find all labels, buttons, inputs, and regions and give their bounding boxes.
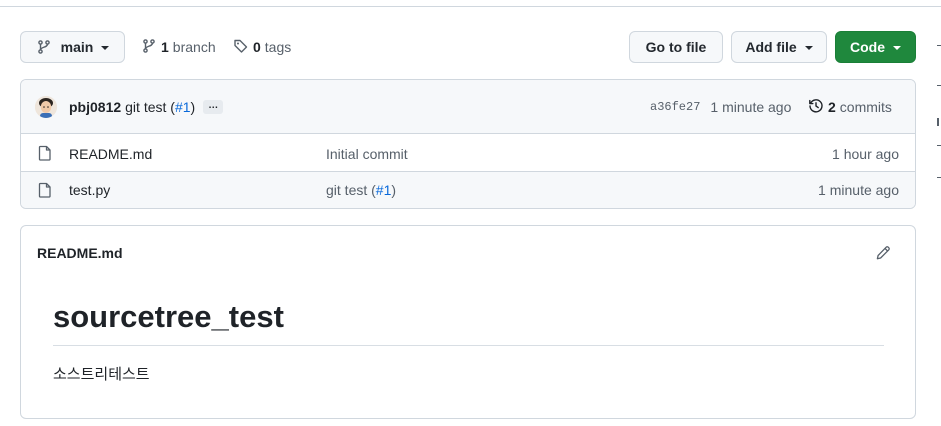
commits-link[interactable]: 2 commits	[808, 98, 892, 116]
file-browser: pbj0812 git test (#1) … a36fe27 1 minute…	[20, 79, 916, 209]
file-icon	[37, 145, 53, 164]
readme-panel: README.md sourcetree_test 소스트리테스트	[20, 225, 916, 419]
code-button[interactable]: Code	[835, 31, 916, 63]
file-commit-message-suffix: )	[391, 182, 397, 198]
file-name[interactable]: test.py	[69, 182, 110, 198]
commit-time: 1 minute ago	[710, 99, 792, 115]
readme-heading-divider	[53, 345, 884, 346]
file-row[interactable]: test.py git test (#1) 1 minute ago	[21, 171, 915, 208]
go-to-file-button[interactable]: Go to file	[629, 31, 723, 63]
commit-message[interactable]: git test (#1)	[125, 99, 195, 115]
branch-selector-button[interactable]: main	[20, 31, 125, 63]
avatar[interactable]	[35, 96, 57, 118]
tags-link[interactable]: 0 tags	[233, 38, 291, 56]
pr-link[interactable]: #1	[376, 182, 392, 198]
readme-heading: sourcetree_test	[53, 299, 284, 334]
file-name[interactable]: README.md	[69, 146, 152, 162]
header-divider	[0, 6, 941, 7]
code-label: Code	[850, 39, 885, 55]
add-file-button[interactable]: Add file	[731, 31, 827, 63]
file-commit-time: 1 hour ago	[832, 145, 899, 162]
tag-label: tags	[264, 39, 292, 55]
edit-pencil-icon[interactable]	[875, 245, 891, 264]
chevron-down-icon	[893, 45, 901, 50]
chevron-down-icon	[804, 45, 813, 50]
file-commit-message[interactable]: git test (#1)	[326, 182, 396, 198]
history-icon	[808, 98, 824, 117]
file-row[interactable]: README.md Initial commit 1 hour ago	[21, 135, 915, 172]
chevron-down-icon	[101, 45, 110, 50]
go-to-file-label: Go to file	[645, 39, 707, 55]
file-commit-message-text: Initial commit	[326, 145, 408, 162]
branch-name: main	[60, 39, 94, 55]
branch-count: 1	[161, 39, 169, 55]
commit-sha[interactable]: a36fe27	[650, 100, 700, 114]
add-file-label: Add file	[745, 39, 797, 55]
branch-label: branch	[172, 39, 216, 55]
git-branch-icon	[141, 38, 157, 57]
readme-filename[interactable]: README.md	[37, 245, 123, 261]
branches-link[interactable]: 1 branch	[141, 38, 216, 56]
pr-link[interactable]: #1	[175, 99, 191, 115]
commit-author[interactable]: pbj0812	[69, 99, 121, 115]
file-icon	[37, 182, 53, 201]
file-commit-time: 1 minute ago	[818, 182, 899, 198]
file-commit-message-text: git test (	[326, 182, 376, 198]
file-commit-message[interactable]: Initial commit	[326, 146, 408, 162]
commit-message-suffix: )	[190, 99, 196, 115]
commits-label: commits	[839, 99, 892, 115]
commit-count: 2	[828, 99, 836, 115]
tag-icon	[233, 38, 249, 57]
tag-count: 0	[253, 39, 261, 55]
latest-commit-bar: pbj0812 git test (#1) … a36fe27 1 minute…	[21, 80, 915, 134]
commit-message-text: git test (	[125, 99, 175, 115]
git-branch-icon	[36, 39, 52, 55]
readme-body: 소스트리테스트	[53, 366, 150, 383]
expand-commit-button[interactable]: …	[203, 100, 224, 114]
clipped-sidebar-edge	[937, 40, 941, 200]
